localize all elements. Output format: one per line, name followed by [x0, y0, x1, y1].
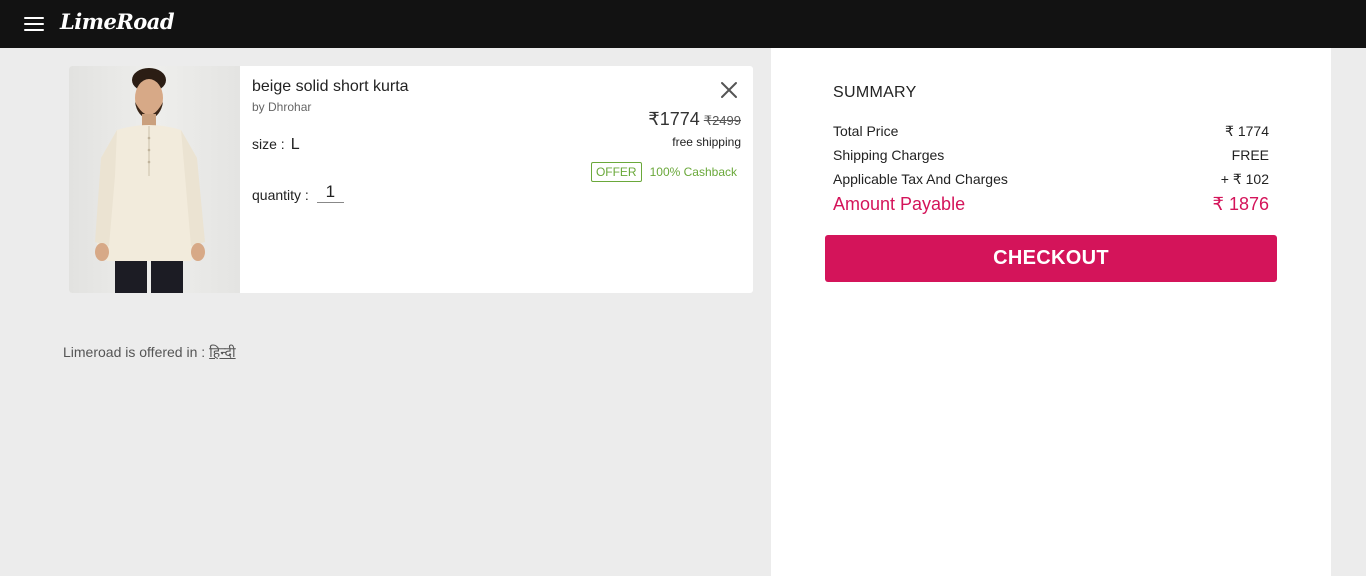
- summary-row-value: FREE: [1231, 147, 1269, 163]
- cashback-text: 100% Cashback: [649, 165, 737, 179]
- amount-payable-value: ₹ 1876: [1212, 194, 1270, 214]
- hindi-language-link[interactable]: हिन्दी: [209, 344, 235, 360]
- size-label: size :: [252, 136, 285, 152]
- summary-row-total-price: Total Price ₹ 1774: [833, 123, 1269, 140]
- amount-payable-label: Amount Payable: [833, 194, 966, 214]
- product-info: beige solid short kurta by Dhrohar size …: [240, 66, 753, 293]
- mrp-price: ₹2499: [703, 113, 741, 128]
- language-text: Limeroad is offered in :: [63, 344, 206, 360]
- offer-badge: OFFER: [590, 162, 642, 182]
- summary-row-label: Shipping Charges: [833, 147, 945, 163]
- quantity-label: quantity :: [252, 187, 309, 203]
- offer-row: OFFER 100% Cashback: [590, 162, 737, 182]
- selling-price: ₹1774: [648, 109, 700, 129]
- remove-item-close-icon[interactable]: [719, 80, 739, 100]
- summary-row-amount-payable: Amount Payable ₹ 1876: [833, 194, 1269, 215]
- summary-row-tax: Applicable Tax And Charges + ₹ 102: [833, 171, 1269, 188]
- limeroad-logo[interactable]: LimeRoad: [60, 9, 175, 34]
- product-brand: by Dhrohar: [252, 100, 312, 114]
- product-image[interactable]: [69, 66, 240, 293]
- price-row: ₹1774 ₹2499: [648, 109, 741, 130]
- summary-row-label: Total Price: [833, 123, 899, 139]
- product-title[interactable]: beige solid short kurta: [252, 78, 409, 96]
- top-navbar: LimeRoad: [0, 0, 1366, 48]
- quantity-selector[interactable]: 1: [316, 182, 344, 203]
- cart-item-card: beige solid short kurta by Dhrohar size …: [69, 66, 753, 293]
- size-row: size : L: [252, 136, 300, 154]
- summary-row-value: + ₹ 102: [1220, 171, 1269, 187]
- shipping-info: free shipping: [672, 135, 741, 149]
- language-line: Limeroad is offered in : हिन्दी: [63, 343, 236, 362]
- order-summary-panel: SUMMARY Total Price ₹ 1774 Shipping Char…: [771, 48, 1331, 576]
- summary-row-value: ₹ 1774: [1225, 123, 1269, 139]
- size-value[interactable]: L: [291, 136, 300, 153]
- hamburger-menu-icon[interactable]: [24, 16, 44, 32]
- summary-row-label: Applicable Tax And Charges: [833, 171, 1008, 187]
- checkout-button[interactable]: CHECKOUT: [825, 235, 1277, 282]
- kurta-model-illustration: [95, 68, 205, 293]
- summary-row-shipping: Shipping Charges FREE: [833, 147, 1269, 163]
- quantity-row: quantity : 1: [252, 182, 344, 203]
- summary-title: SUMMARY: [833, 84, 917, 101]
